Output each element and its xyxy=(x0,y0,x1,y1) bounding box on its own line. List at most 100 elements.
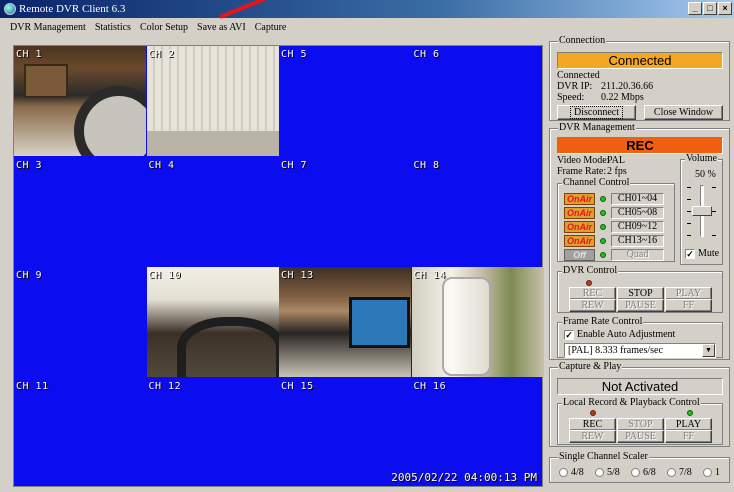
channel-cell[interactable]: CH 2 xyxy=(146,46,279,156)
onair-button-3[interactable]: OnAir xyxy=(564,221,595,233)
auto-adjust-checkbox[interactable]: ✓ xyxy=(564,330,574,340)
quad-button[interactable]: Quad xyxy=(611,249,664,261)
frame-rate-control-group: Frame Rate Control ✓ Enable Auto Adjustm… xyxy=(557,316,723,358)
local-ff-button[interactable]: FF xyxy=(665,430,712,443)
onair-button-4[interactable]: OnAir xyxy=(564,235,595,247)
play-led xyxy=(687,410,693,416)
volume-title: Volume xyxy=(685,153,718,164)
scaler-panel: Single Channel Scaler 4/8 5/8 6/8 7/8 1 xyxy=(549,451,730,483)
menu-bar: DVR Management Statistics Color Setup Sa… xyxy=(0,19,734,35)
scaler-radio-6-8[interactable] xyxy=(631,468,640,477)
menu-save-as-avi[interactable]: Save as AVI xyxy=(197,22,246,33)
menu-color-setup[interactable]: Color Setup xyxy=(140,22,188,33)
channel-cell[interactable]: CH 9 xyxy=(14,267,146,377)
onair-button-2[interactable]: OnAir xyxy=(564,207,595,219)
dvr-pause-button[interactable]: PAUSE xyxy=(617,299,664,312)
rec-led xyxy=(590,410,596,416)
scaler-option-label: 7/8 xyxy=(679,467,692,478)
auto-adjust-label: Enable Auto Adjustment xyxy=(577,329,676,340)
dvr-ip-value: 211.20.36.66 xyxy=(601,81,654,92)
channel-cell[interactable]: CH 5 xyxy=(279,46,411,156)
channel-label: CH 12 xyxy=(148,380,182,392)
channel-range-4[interactable]: CH13~16 xyxy=(611,235,664,247)
scaler-radio-1[interactable] xyxy=(703,468,712,477)
slider-tick xyxy=(712,211,716,212)
channel-range-2[interactable]: CH05~08 xyxy=(611,207,664,219)
connection-status-indicator: Connected xyxy=(557,52,723,69)
scaler-radio-5-8[interactable] xyxy=(595,468,604,477)
app-icon xyxy=(4,3,16,15)
connection-panel: Connection Connected Connected DVR IP: 2… xyxy=(549,35,730,121)
slider-tick xyxy=(712,187,716,188)
channel-cell[interactable]: CH 10 xyxy=(146,267,279,377)
frame-rate-label: Frame Rate: xyxy=(557,166,607,177)
status-led xyxy=(600,252,606,258)
slider-tick xyxy=(687,211,691,212)
channel-cell[interactable]: CH 11 xyxy=(14,378,146,488)
channel-range-1[interactable]: CH01~04 xyxy=(611,193,664,205)
speed-value: 0.22 Mbps xyxy=(601,92,644,103)
dvr-control-title: DVR Control xyxy=(562,265,619,276)
channel-range-3[interactable]: CH09~12 xyxy=(611,221,664,233)
scaler-title: Single Channel Scaler xyxy=(558,451,649,462)
channel-cell[interactable]: CH 6 xyxy=(412,46,544,156)
connection-title: Connection xyxy=(558,35,607,46)
capture-play-panel: Capture & Play Not Activated Local Recor… xyxy=(549,361,730,447)
channel-cell[interactable]: CH 12 xyxy=(147,378,279,488)
channel-label: CH 6 xyxy=(413,49,440,60)
close-button[interactable]: × xyxy=(718,2,732,15)
local-pause-button[interactable]: PAUSE xyxy=(617,430,664,443)
maximize-button[interactable]: □ xyxy=(703,2,717,15)
channel-cell[interactable]: CH 8 xyxy=(412,157,544,267)
local-record-title: Local Record & Playback Control xyxy=(562,397,701,408)
status-led xyxy=(600,210,606,216)
chevron-down-icon[interactable]: ▼ xyxy=(702,344,715,357)
volume-group: Volume 50 % ✓ Mute xyxy=(680,153,723,265)
scaler-radio-4-8[interactable] xyxy=(559,468,568,477)
menu-capture[interactable]: Capture xyxy=(255,22,287,33)
channel-label: CH 3 xyxy=(16,159,43,171)
camera-feed xyxy=(146,267,279,377)
rec-led xyxy=(586,280,592,286)
close-window-button[interactable]: Close Window xyxy=(644,105,723,120)
channel-label: CH 9 xyxy=(16,270,43,281)
volume-slider-thumb[interactable] xyxy=(692,206,712,216)
channel-cell[interactable]: CH 14 xyxy=(411,267,544,377)
rec-status-indicator: REC xyxy=(557,137,723,154)
volume-value: 50 % xyxy=(695,169,716,180)
channel-label: CH 11 xyxy=(16,380,49,392)
video-mode-label: Video Mode: xyxy=(557,155,610,166)
dvr-rew-button[interactable]: REW xyxy=(569,299,616,312)
channel-cell[interactable]: CH 1 xyxy=(14,46,146,156)
minimize-button[interactable]: _ xyxy=(688,2,702,15)
channel-cell[interactable]: CH 13 xyxy=(279,267,411,377)
channel-label: CH 8 xyxy=(413,159,440,171)
frame-rate-value: 2 fps xyxy=(607,166,627,177)
channel-cell[interactable]: CH 4 xyxy=(147,157,279,267)
onair-button-1[interactable]: OnAir xyxy=(564,193,595,205)
timestamp: 2005/02/22 04:00:13 PM xyxy=(391,471,537,484)
camera-feed xyxy=(411,267,544,377)
video-grid[interactable]: CH 16 CH 15 CH 12 CH 11 CH 14 CH 13 CH 10 CH 9 C… xyxy=(13,45,544,488)
local-record-group: Local Record & Playback Control REC STOP… xyxy=(557,397,723,445)
frame-rate-select[interactable]: [PAL] 8.333 frames/sec ▼ xyxy=(564,343,716,358)
scaler-radio-7-8[interactable] xyxy=(667,468,676,477)
channel-label: CH 2 xyxy=(148,49,175,60)
menu-dvr-management[interactable]: DVR Management xyxy=(10,22,86,33)
mute-checkbox[interactable]: ✓ xyxy=(685,249,695,259)
menu-statistics[interactable]: Statistics xyxy=(95,22,131,33)
channel-label: CH 10 xyxy=(148,270,182,281)
slider-tick xyxy=(687,223,691,224)
video-mode-value: PAL xyxy=(607,155,625,166)
channel-cell[interactable]: CH 7 xyxy=(279,157,411,267)
off-button[interactable]: Off xyxy=(564,249,595,261)
disconnect-button[interactable]: Disconnect xyxy=(557,105,636,120)
channel-cell[interactable]: CH 3 xyxy=(14,157,146,267)
local-rew-button[interactable]: REW xyxy=(569,430,616,443)
channel-label: CH 14 xyxy=(413,270,447,281)
frame-rate-selected: [PAL] 8.333 frames/sec xyxy=(568,345,663,356)
channel-label: CH 5 xyxy=(281,49,308,60)
status-led xyxy=(600,238,606,244)
camera-feed xyxy=(14,46,146,156)
dvr-ff-button[interactable]: FF xyxy=(665,299,712,312)
